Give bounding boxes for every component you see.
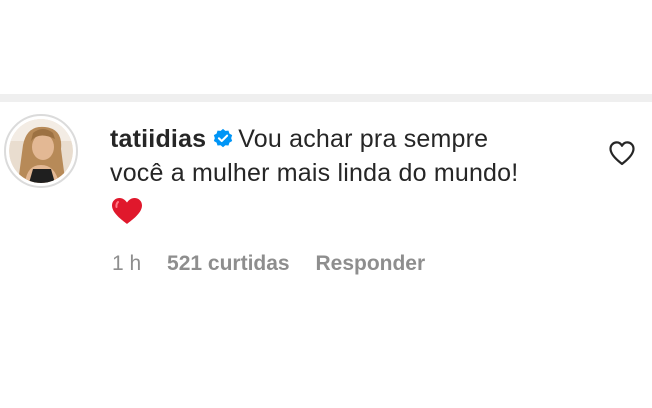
comment-item: tatiidias Vou achar pra sempre você a mu…	[0, 102, 652, 302]
reply-button[interactable]: Responder	[315, 252, 425, 275]
comment-body: tatiidias Vou achar pra sempre você a mu…	[110, 122, 570, 228]
verified-badge-icon	[214, 128, 233, 148]
comment-emoji	[110, 196, 570, 228]
avatar-image	[9, 119, 73, 183]
red-heart-emoji-icon	[112, 198, 142, 224]
heart-outline-icon[interactable]	[608, 140, 636, 166]
avatar[interactable]	[4, 114, 78, 188]
comment-text-line-1: Vou achar pra sempre	[238, 125, 489, 153]
top-divider	[0, 94, 652, 102]
comment-line-1: tatiidias Vou achar pra sempre	[110, 122, 570, 156]
comment-meta: 1 h 521 curtidas Responder	[112, 252, 445, 276]
comment-username[interactable]: tatiidias	[110, 125, 206, 153]
comment-screen: tatiidias Vou achar pra sempre você a mu…	[0, 0, 652, 408]
comment-text-line-2: você a mulher mais linda do mundo!	[110, 159, 519, 187]
comment-likes[interactable]: 521 curtidas	[167, 252, 290, 275]
comment-time: 1 h	[112, 252, 142, 275]
